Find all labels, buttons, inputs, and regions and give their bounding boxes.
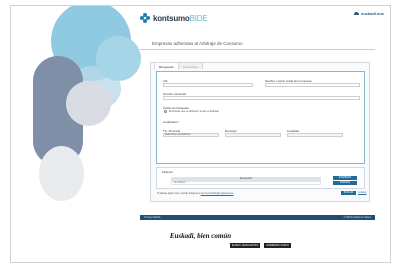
search-panel: Búsqueda Resultados CIF Nombre o razón s… bbox=[150, 62, 370, 202]
government-logos: EUSKO JAURLARITZA GOBIERNO VASCO bbox=[230, 243, 292, 248]
municipality-select[interactable] bbox=[225, 133, 281, 137]
contact-note-text: Si desea algún otro, puede dirigirse a bbox=[157, 192, 200, 195]
search-form: CIF Nombre o razón social de la empresa … bbox=[156, 71, 365, 164]
logo-text: kontsumoBIDE bbox=[153, 13, 208, 23]
scope-option-label: Empresas que se adhieren a todo el arbit… bbox=[169, 110, 219, 113]
company-name-input[interactable] bbox=[265, 83, 360, 87]
file-upload-section: Ficheros Descripción Sin fichero EXAMINA… bbox=[156, 167, 365, 189]
gov-logo-basque[interactable]: EUSKO JAURLARITZA bbox=[230, 243, 261, 248]
site-logo[interactable]: kontsumoBIDE bbox=[140, 13, 208, 23]
title-divider bbox=[140, 49, 375, 50]
trade-name-input[interactable] bbox=[163, 96, 360, 100]
search-button[interactable]: BUSCAR bbox=[341, 191, 356, 195]
files-label: Ficheros bbox=[162, 170, 173, 174]
euskadi-icon bbox=[354, 12, 359, 15]
decorative-circle bbox=[39, 146, 84, 201]
contact-email-link[interactable]: kontsumobide@euskadi.eus bbox=[201, 192, 234, 195]
delete-button[interactable]: BORRAR bbox=[333, 181, 357, 185]
locality-select[interactable] bbox=[287, 133, 343, 137]
file-row: Sin fichero bbox=[171, 181, 321, 185]
footer-copyright: © 2019 Gobierno Vasco bbox=[343, 216, 371, 219]
brand-label: euskadi.eus bbox=[361, 11, 384, 16]
decorative-circle bbox=[66, 81, 111, 126]
location-label: Localización bbox=[163, 120, 179, 124]
province-select[interactable]: Seleccione un elemento bbox=[163, 133, 219, 137]
euskadi-brand[interactable]: euskadi.eus bbox=[354, 11, 384, 16]
tab-results[interactable]: Resultados bbox=[178, 62, 204, 69]
page-title: Empresas adheridas al Arbitraje de Consu… bbox=[152, 41, 243, 46]
contact-note: Si desea algún otro, puede dirigirse a k… bbox=[157, 192, 233, 195]
clear-link[interactable]: Limpiar bbox=[358, 191, 367, 194]
examine-button[interactable]: EXAMINAR bbox=[333, 176, 357, 180]
footer-bar: Kontsumobide © 2019 Gobierno Vasco bbox=[140, 215, 375, 220]
scope-radio[interactable] bbox=[164, 110, 167, 113]
slogan: Euskadi, bien común bbox=[169, 232, 232, 240]
decorative-circle bbox=[96, 36, 141, 81]
logo-icon bbox=[140, 13, 150, 23]
tab-search[interactable]: Búsqueda bbox=[154, 62, 179, 69]
cif-input[interactable] bbox=[163, 83, 253, 87]
footer-left-link[interactable]: Kontsumobide bbox=[144, 215, 161, 220]
gov-logo-spanish[interactable]: GOBIERNO VASCO bbox=[264, 243, 292, 248]
